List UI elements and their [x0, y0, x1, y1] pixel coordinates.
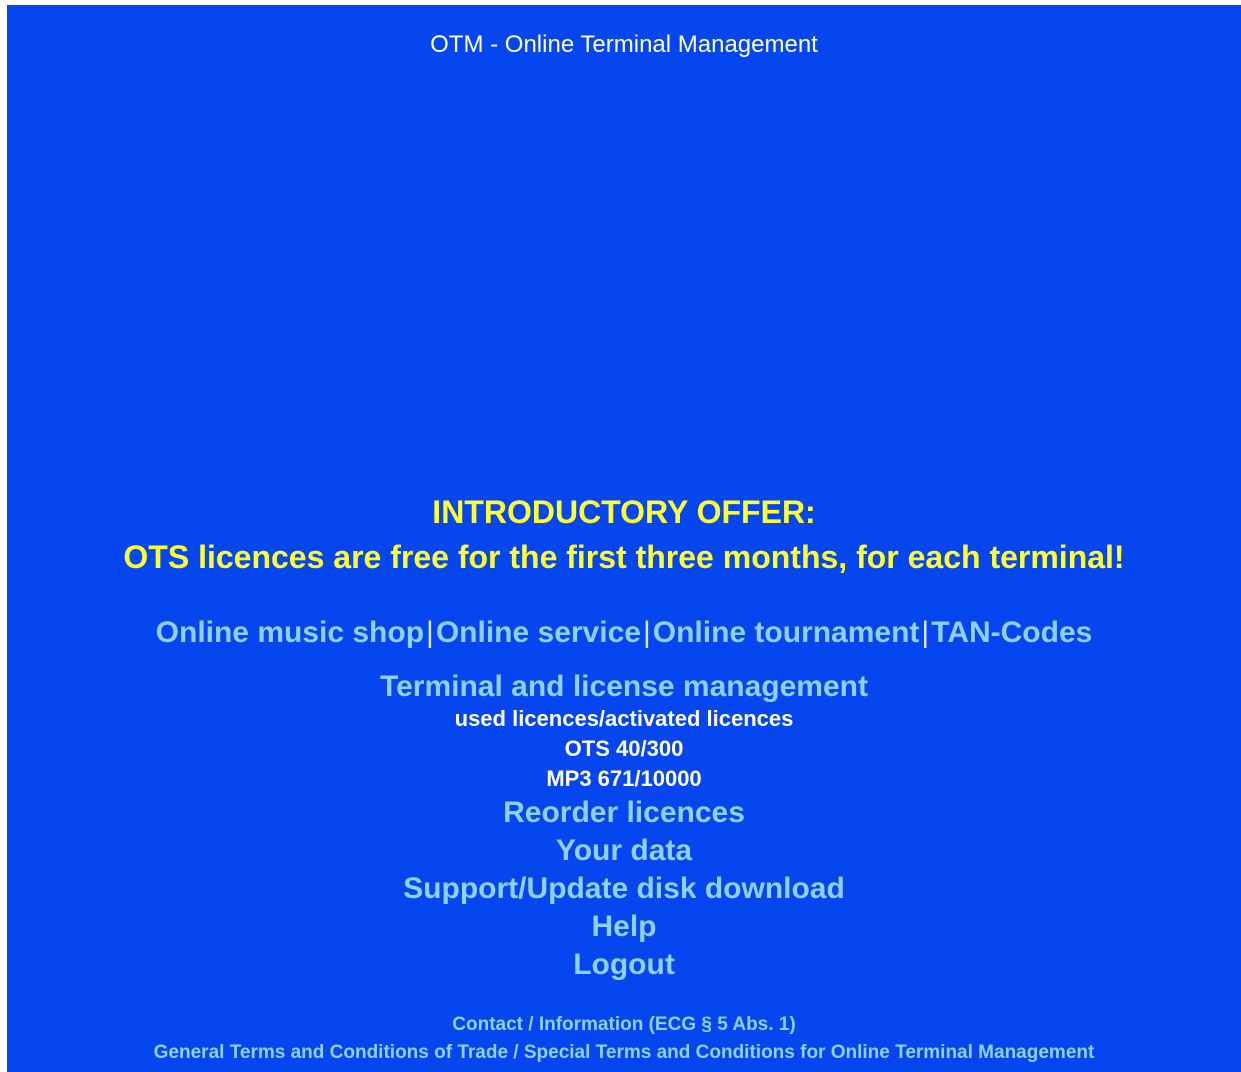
main-nav: Online music shop|Online service|Online … [7, 615, 1241, 651]
nav-separator: | [426, 616, 434, 649]
mp3-licence-count: MP3 671/10000 [546, 766, 702, 791]
offer-text: OTS licences are free for the first thre… [123, 539, 1125, 575]
main-panel: OTM - Online Terminal Management INTRODU… [7, 5, 1241, 1072]
page-title: OTM - Online Terminal Management [430, 31, 818, 58]
logout-link[interactable]: Logout [573, 948, 675, 981]
online-music-shop-link[interactable]: Online music shop [156, 616, 424, 649]
help-link[interactable]: Help [591, 910, 656, 943]
your-data-link[interactable]: Your data [556, 834, 692, 867]
reorder-licences-link[interactable]: Reorder licences [503, 796, 745, 829]
support-update-download-link[interactable]: Support/Update disk download [403, 872, 845, 905]
offer-heading: INTRODUCTORY OFFER: [432, 494, 816, 530]
nav-separator: | [921, 616, 930, 649]
licence-header: used licences/activated licences [454, 706, 794, 731]
footer-contact-row: Contact / Information (ECG § 5 Abs. 1) [7, 1013, 1241, 1037]
contact-information-link[interactable]: Contact / Information (ECG § 5 Abs. 1) [452, 1014, 795, 1035]
terminal-license-management-link[interactable]: Terminal and license management [380, 670, 868, 703]
reorder-row: Reorder licences [7, 795, 1241, 831]
support-row: Support/Update disk download [7, 871, 1241, 907]
help-row: Help [7, 909, 1241, 945]
tan-codes-link[interactable]: TAN-Codes [931, 616, 1092, 649]
ots-licence-count: OTS 40/300 [564, 736, 684, 761]
nav-separator: | [642, 616, 651, 649]
your-data-row: Your data [7, 833, 1241, 869]
management-link-row: Terminal and license management [7, 669, 1241, 705]
online-tournament-link[interactable]: Online tournament [653, 616, 920, 649]
online-service-link[interactable]: Online service [436, 616, 641, 649]
terms-conditions-link[interactable]: General Terms and Conditions of Trade / … [154, 1042, 1095, 1063]
logout-row: Logout [7, 947, 1241, 983]
footer-terms-row: General Terms and Conditions of Trade / … [7, 1041, 1241, 1065]
